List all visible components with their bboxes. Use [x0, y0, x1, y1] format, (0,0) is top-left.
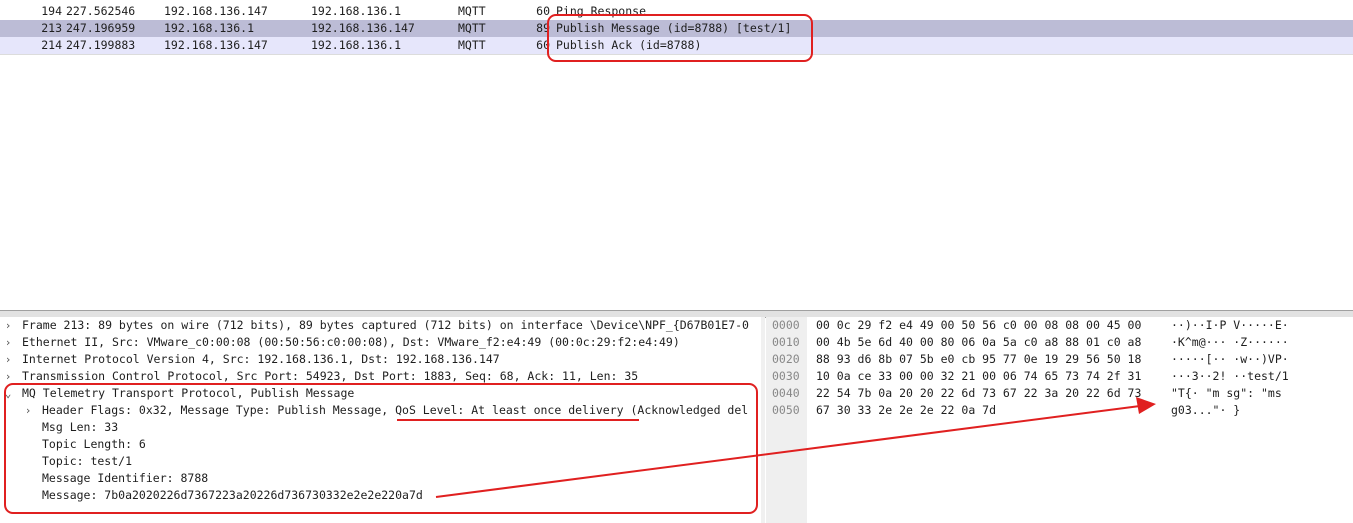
packet-number: 214 [41, 38, 62, 52]
tree-item-frame[interactable]: › Frame 213: 89 bytes on wire (712 bits)… [0, 317, 761, 334]
ascii-dump[interactable]: ···3··2! ··test/1 [1171, 368, 1289, 385]
ascii-dump[interactable]: ··)··I·P V·····E· [1171, 317, 1289, 334]
packet-protocol: MQTT [458, 4, 486, 18]
ascii-dump[interactable]: ·K^m@··· ·Z······ [1171, 334, 1289, 351]
packet-number: 194 [41, 4, 62, 18]
packet-source: 192.168.136.147 [164, 4, 268, 18]
tree-item-ip[interactable]: › Internet Protocol Version 4, Src: 192.… [0, 351, 761, 368]
tree-item-ethernet[interactable]: › Ethernet II, Src: VMware_c0:00:08 (00:… [0, 334, 761, 351]
hex-bytes[interactable]: 00 4b 5e 6d 40 00 80 06 0a 5a c0 a8 88 0… [816, 334, 1141, 351]
packet-destination: 192.168.136.1 [311, 4, 402, 18]
packet-protocol: MQTT [458, 38, 486, 52]
hex-offset: 0050 [772, 403, 800, 417]
packet-length: 60 [536, 38, 550, 52]
hex-bytes[interactable]: 22 54 7b 0a 20 20 22 6d 73 67 22 3a 20 2… [816, 385, 1141, 402]
hex-bytes[interactable]: 10 0a ce 33 00 00 32 21 00 06 74 65 73 7… [816, 368, 1141, 385]
annotation-box-mqtt [4, 383, 758, 514]
packet-time: 247.196959 [66, 21, 136, 35]
hex-bytes[interactable]: 88 93 d6 8b 07 5b e0 cb 95 77 0e 19 29 5… [816, 351, 1141, 368]
tree-item-label: Frame 213: 89 bytes on wire (712 bits), … [22, 318, 749, 332]
chevron-right-icon[interactable]: › [3, 351, 13, 368]
ascii-dump[interactable]: ·····[·· ·w··)VP· [1171, 351, 1289, 368]
hex-offset: 0000 [772, 318, 800, 332]
packet-number: 213 [41, 21, 62, 35]
packet-source: 192.168.136.1 [164, 21, 255, 35]
ascii-dump[interactable]: "T{· "m sg": "ms [1171, 385, 1282, 402]
packet-time: 247.199883 [66, 38, 136, 52]
hex-offset: 0030 [772, 369, 800, 383]
details-scrollbar[interactable] [761, 317, 765, 523]
hex-offset: 0010 [772, 335, 800, 349]
packet-protocol: MQTT [458, 21, 486, 35]
annotation-underline-qos [397, 419, 639, 421]
packet-bytes-pane: 0000 00 0c 29 f2 e4 49 00 50 56 c0 00 08… [766, 317, 1353, 523]
hex-bytes[interactable]: 00 0c 29 f2 e4 49 00 50 56 c0 00 08 08 0… [816, 317, 1141, 334]
chevron-right-icon[interactable]: › [3, 334, 13, 351]
ascii-dump[interactable]: g03..."· } [1171, 402, 1240, 419]
chevron-right-icon[interactable]: › [3, 317, 13, 334]
packet-length: 89 [536, 21, 550, 35]
hex-offset: 0020 [772, 352, 800, 366]
hex-bytes[interactable]: 67 30 33 2e 2e 2e 22 0a 7d [816, 402, 996, 419]
packet-destination: 192.168.136.147 [311, 21, 415, 35]
tree-item-label: Ethernet II, Src: VMware_c0:00:08 (00:50… [22, 335, 680, 349]
tree-item-label: Internet Protocol Version 4, Src: 192.16… [22, 352, 500, 366]
annotation-box-info [547, 14, 813, 62]
packet-destination: 192.168.136.1 [311, 38, 402, 52]
packet-source: 192.168.136.147 [164, 38, 268, 52]
packet-length: 60 [536, 4, 550, 18]
packet-time: 227.562546 [66, 4, 136, 18]
hex-offset: 0040 [772, 386, 800, 400]
